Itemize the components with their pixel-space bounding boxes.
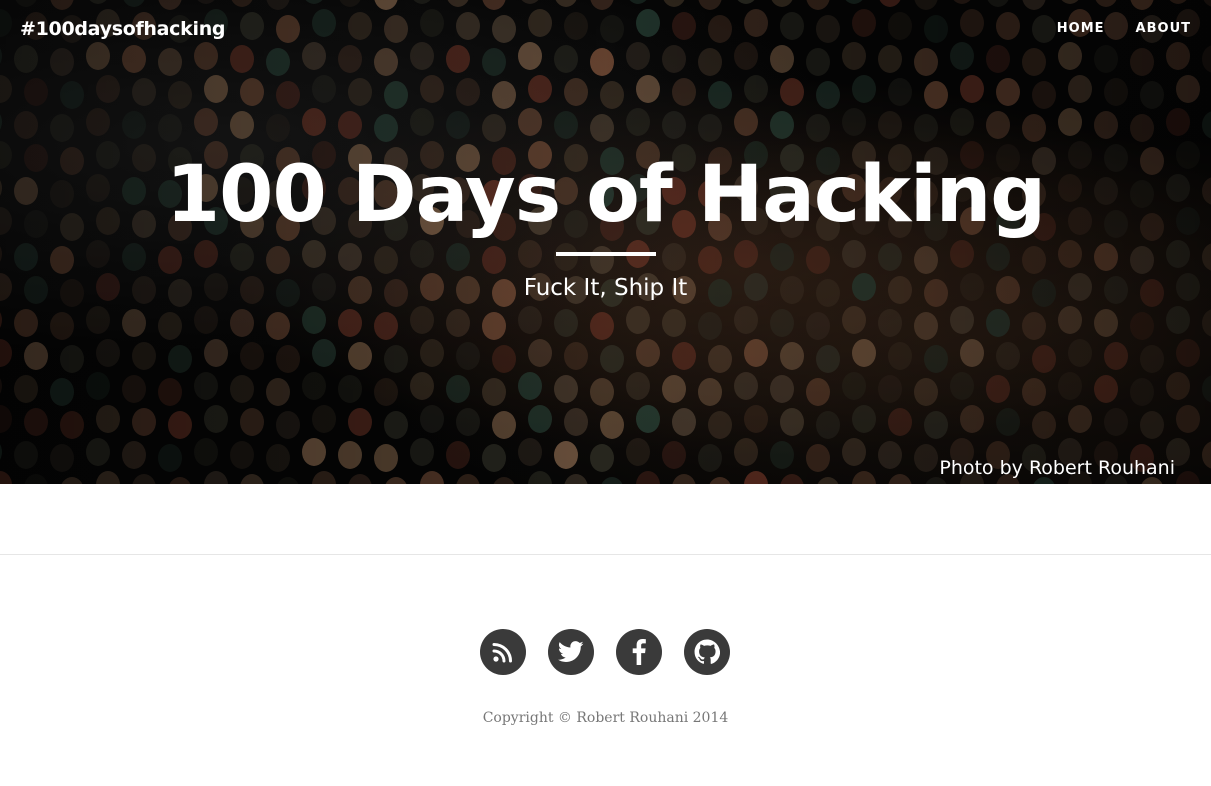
brand-link[interactable]: #100daysofhacking [20, 18, 226, 40]
nav-home-link[interactable]: HOME [1057, 21, 1105, 36]
page-title: 100 Days of Hacking [165, 150, 1046, 240]
facebook-icon [632, 639, 646, 665]
title-divider [556, 252, 656, 256]
hero-header: #100daysofhacking HOME ABOUT 100 Days of… [0, 0, 1211, 484]
main-nav: HOME ABOUT [1057, 21, 1191, 36]
twitter-link[interactable] [548, 629, 594, 675]
photo-credit: Photo by Robert Rouhani [939, 457, 1175, 479]
page-subtitle: Fuck It, Ship It [523, 275, 688, 301]
nav-about-link[interactable]: ABOUT [1136, 21, 1191, 36]
twitter-icon [558, 641, 584, 662]
github-link[interactable] [684, 629, 730, 675]
copyright-text: Copyright © Robert Rouhani 2014 [482, 710, 729, 726]
rss-icon [492, 643, 512, 663]
rss-link[interactable] [480, 629, 526, 675]
github-icon [694, 639, 720, 664]
section-divider [0, 554, 1211, 555]
social-links [480, 629, 730, 675]
hero-overlay [0, 0, 1211, 484]
facebook-link[interactable] [616, 629, 662, 675]
